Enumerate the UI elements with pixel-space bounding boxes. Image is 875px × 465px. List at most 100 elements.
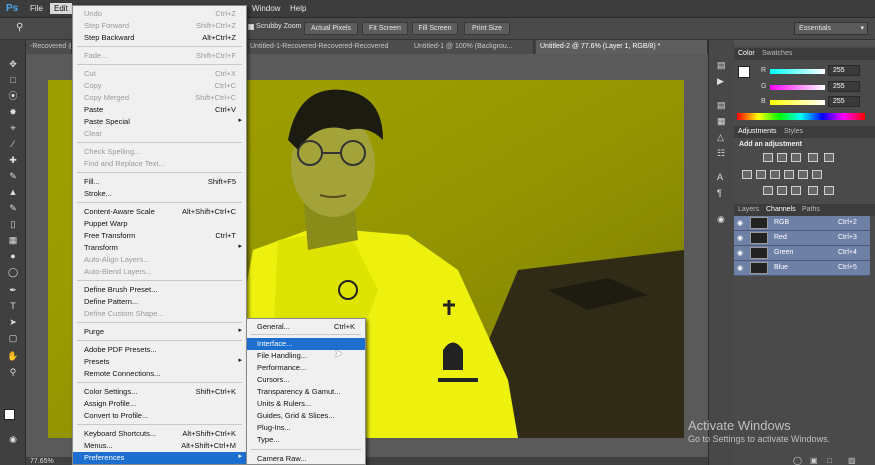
channel-mixer-icon[interactable]: [798, 170, 808, 179]
edit-menu-item-paste-special[interactable]: Paste Special ▸: [73, 116, 246, 128]
edit-menu-item-remote-connections[interactable]: Remote Connections...: [73, 368, 246, 380]
lasso-tool-icon[interactable]: ⦿: [6, 90, 20, 102]
move-tool-icon[interactable]: ✥: [6, 58, 20, 70]
clone-stamp-tool-icon[interactable]: ▲: [6, 186, 20, 198]
preferences-item-file-handling[interactable]: File Handling...: [247, 350, 365, 362]
foreground-color-swatch[interactable]: [738, 66, 750, 78]
tool-presets-icon[interactable]: ☷: [717, 148, 725, 159]
preferences-item-guides-grid-slices[interactable]: Guides, Grid & Slices...: [247, 410, 365, 422]
edit-menu-item-preferences[interactable]: Preferences ▸: [73, 452, 246, 464]
paragraph-icon[interactable]: ¶: [717, 188, 722, 198]
zoom-tool-icon[interactable]: ⚲: [6, 366, 20, 378]
color-lookup-icon[interactable]: [812, 170, 822, 179]
black-white-icon[interactable]: [770, 170, 780, 179]
type-tool-icon[interactable]: T: [6, 300, 20, 312]
marquee-tool-icon[interactable]: □: [6, 74, 20, 86]
preferences-item-type[interactable]: Type...: [247, 434, 365, 446]
edit-menu-item-auto-align-layers[interactable]: Auto-Align Layers...: [73, 254, 246, 266]
visibility-icon[interactable]: ◉: [737, 234, 743, 242]
scrubby-zoom-checkbox[interactable]: [248, 24, 254, 30]
edit-menu-item-paste[interactable]: Paste Ctrl+V: [73, 104, 246, 116]
workspace-select[interactable]: Essentials ▾: [794, 22, 868, 35]
posterize-icon[interactable]: [777, 186, 787, 195]
brightness-icon[interactable]: [763, 153, 773, 162]
tab-layers[interactable]: Layers: [738, 206, 759, 213]
fit-screen-button[interactable]: Fit Screen: [362, 22, 408, 35]
pen-tool-icon[interactable]: ✒: [6, 284, 20, 296]
fill-screen-button[interactable]: Fill Screen: [412, 22, 458, 35]
tab-adjustments[interactable]: Adjustments: [738, 128, 777, 135]
edit-menu-item-define-brush-preset[interactable]: Define Brush Preset...: [73, 284, 246, 296]
actual-pixels-button[interactable]: Actual Pixels: [304, 22, 358, 35]
curves-icon[interactable]: [791, 153, 801, 162]
edit-menu-item-stroke[interactable]: Stroke...: [73, 188, 246, 200]
selective-color-icon[interactable]: [808, 186, 818, 195]
clone-source-icon[interactable]: △: [717, 132, 724, 143]
levels-icon[interactable]: [777, 153, 787, 162]
tab-color[interactable]: Color: [738, 50, 755, 57]
preferences-item-interface[interactable]: Interface...: [247, 338, 365, 350]
color-balance-icon[interactable]: [756, 170, 766, 179]
vibrance-icon[interactable]: [824, 153, 834, 162]
invert-icon[interactable]: [763, 186, 773, 195]
edit-menu-item-define-custom-shape[interactable]: Define Custom Shape...: [73, 308, 246, 320]
photo-filter-icon[interactable]: [784, 170, 794, 179]
history-brush-tool-icon[interactable]: ✎: [6, 202, 20, 214]
edit-menu-item-clear[interactable]: Clear: [73, 128, 246, 140]
edit-menu-item-fade[interactable]: Fade... Shift+Ctrl+F: [73, 50, 246, 62]
menu-file[interactable]: File: [30, 4, 43, 13]
blue-value-input[interactable]: 255: [828, 96, 860, 107]
edit-menu-item-assign-profile[interactable]: Assign Profile...: [73, 398, 246, 410]
preferences-item-performance[interactable]: Performance...: [247, 362, 365, 374]
hue-saturation-icon[interactable]: [742, 170, 752, 179]
channel-row-blue[interactable]: ◉ Blue Ctrl+5: [734, 261, 870, 276]
edit-menu-item-adobe-pdf-presets[interactable]: Adobe PDF Presets...: [73, 344, 246, 356]
edit-menu-item-transform[interactable]: Transform ▸: [73, 242, 246, 254]
edit-menu-item-find-and-replace-text[interactable]: Find and Replace Text...: [73, 158, 246, 170]
tab-swatches[interactable]: Swatches: [762, 50, 792, 57]
color-spectrum-bar[interactable]: [737, 113, 865, 120]
preferences-item-plug-ins[interactable]: Plug-Ins...: [247, 422, 365, 434]
save-selection-icon[interactable]: ▣: [810, 456, 818, 465]
edit-menu-item-copy[interactable]: Copy Ctrl+C: [73, 80, 246, 92]
red-slider[interactable]: [770, 69, 825, 74]
preferences-item-camera-raw[interactable]: Camera Raw...: [247, 453, 365, 465]
edit-menu-item-purge[interactable]: Purge ▸: [73, 326, 246, 338]
visibility-icon[interactable]: ◉: [737, 249, 743, 257]
actions-panel-icon[interactable]: ▶: [717, 76, 724, 87]
exposure-icon[interactable]: [808, 153, 818, 162]
edit-menu-item-cut[interactable]: Cut Ctrl+X: [73, 68, 246, 80]
healing-tool-icon[interactable]: ✚: [6, 154, 20, 166]
zoom-tool-icon[interactable]: ⚲: [16, 22, 23, 33]
edit-menu-item-auto-blend-layers[interactable]: Auto-Blend Layers...: [73, 266, 246, 278]
zoom-level[interactable]: 77.65%: [30, 458, 54, 465]
menu-help[interactable]: Help: [290, 4, 306, 13]
foreground-color-swatch[interactable]: [4, 409, 15, 420]
edit-menu-item-check-spelling[interactable]: Check Spelling...: [73, 146, 246, 158]
threshold-icon[interactable]: [791, 186, 801, 195]
edit-menu-item-presets[interactable]: Presets ▸: [73, 356, 246, 368]
channel-row-red[interactable]: ◉ Red Ctrl+3: [734, 231, 870, 246]
edit-menu-item-define-pattern[interactable]: Define Pattern...: [73, 296, 246, 308]
3d-panel-icon[interactable]: ◉: [717, 214, 725, 225]
print-size-button[interactable]: Print Size: [464, 22, 510, 35]
character-panel-icon[interactable]: ▤: [717, 100, 726, 111]
edit-menu-item-fill[interactable]: Fill... Shift+F5: [73, 176, 246, 188]
quick-select-tool-icon[interactable]: ✸: [6, 106, 20, 118]
edit-menu-item-convert-to-profile[interactable]: Convert to Profile...: [73, 410, 246, 422]
tab-document-active[interactable]: Untitled-2 @ 77.6% (Layer 1, RGB/8) *: [536, 40, 708, 54]
trash-icon[interactable]: ▨: [848, 456, 856, 465]
tab-document-1[interactable]: -Recovered @: [26, 40, 72, 54]
edit-menu-item-step-backward[interactable]: Step Backward Alt+Ctrl+Z: [73, 32, 246, 44]
visibility-icon[interactable]: ◉: [737, 264, 743, 272]
edit-menu-item-step-forward[interactable]: Step Forward Shift+Ctrl+Z: [73, 20, 246, 32]
menu-window[interactable]: Window: [252, 4, 280, 13]
edit-menu-item-copy-merged[interactable]: Copy Merged Shift+Ctrl+C: [73, 92, 246, 104]
edit-menu-item-color-settings[interactable]: Color Settings... Shift+Ctrl+K: [73, 386, 246, 398]
gradient-tool-icon[interactable]: ▦: [6, 234, 20, 246]
edit-menu-item-undo[interactable]: Undo Ctrl+Z: [73, 8, 246, 20]
green-slider[interactable]: [770, 85, 825, 90]
hand-tool-icon[interactable]: ✋: [6, 350, 20, 362]
tab-channels[interactable]: Channels: [766, 206, 796, 213]
brush-tool-icon[interactable]: ✎: [6, 170, 20, 182]
